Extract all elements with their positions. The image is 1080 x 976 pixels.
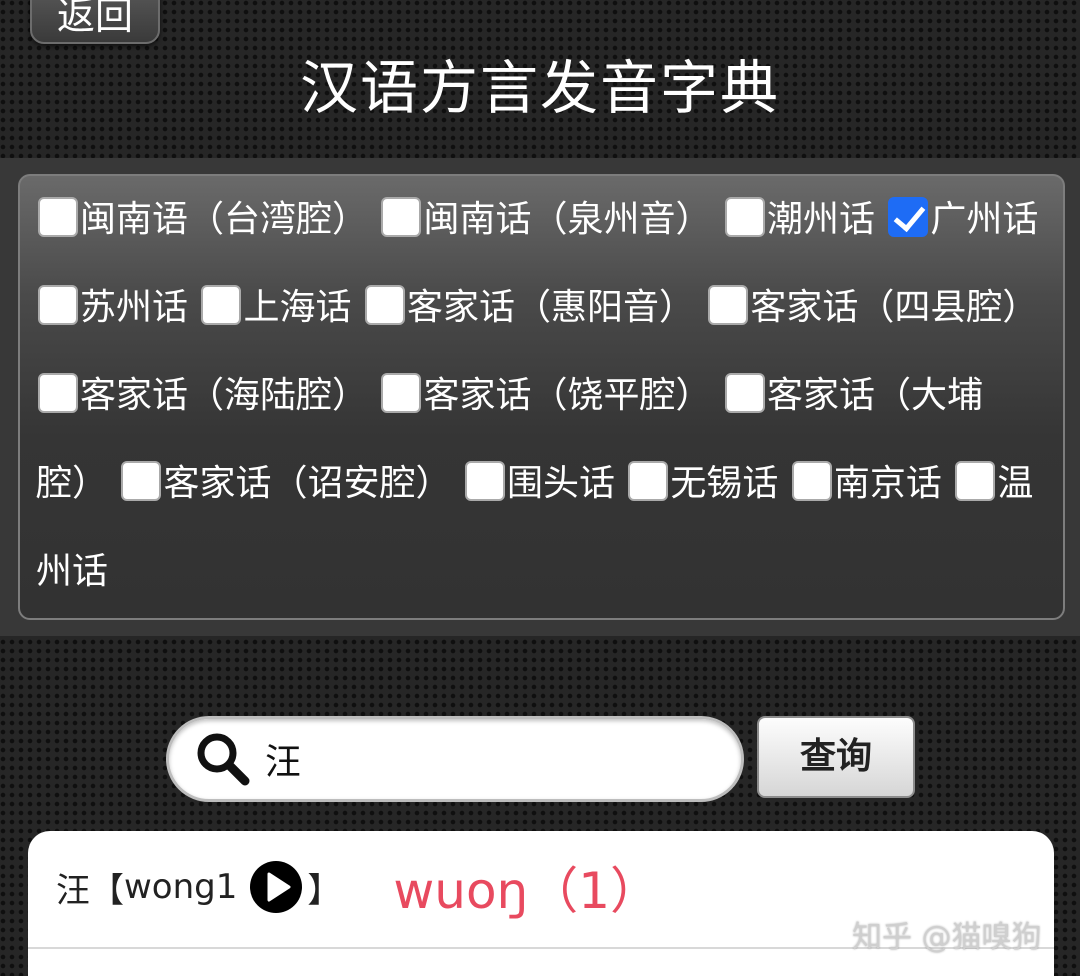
dialect-label: 南京话: [833, 463, 942, 504]
result-close-bracket: 】: [307, 870, 342, 911]
dialect-label: 客家话（海陆腔）: [80, 375, 369, 416]
dialect-list: 闽南语（台湾腔） 闽南话（泉州音） 潮州话 广州话 苏州话 上海话 客家话（惠阳…: [36, 176, 1051, 616]
dialect-option[interactable]: 闽南话（泉州音）: [379, 197, 712, 240]
dialect-checkbox[interactable]: [464, 461, 505, 501]
dialect-option[interactable]: 客家话（惠阳音）: [363, 285, 695, 328]
dialect-label: 客家话（惠阳音）: [406, 287, 695, 328]
dialect-checkbox[interactable]: [381, 373, 422, 413]
play-audio-icon[interactable]: [249, 860, 303, 914]
dialect-label: 客家话（饶平腔）: [423, 375, 712, 416]
dialect-checkbox[interactable]: [38, 197, 78, 237]
search-input[interactable]: [265, 729, 705, 789]
dialect-selection-panel: 闽南语（台湾腔） 闽南话（泉州音） 潮州话 广州话 苏州话 上海话 客家话（惠阳…: [18, 174, 1065, 620]
result-character: 汪: [56, 870, 90, 911]
dialect-checkbox[interactable]: [38, 373, 78, 413]
dialect-label: 广州话: [930, 199, 1039, 240]
dialect-option[interactable]: 客家话（诏安腔）: [119, 461, 452, 504]
dialect-checkbox[interactable]: [628, 461, 669, 501]
search-icon: [197, 733, 250, 786]
dialect-option[interactable]: 广州话: [886, 197, 1039, 240]
dialect-checkbox[interactable]: [955, 461, 996, 501]
dialect-option[interactable]: 无锡话: [626, 461, 779, 504]
dialect-option[interactable]: 上海话: [199, 285, 352, 328]
result-ipa: wuoŋ（1）: [393, 862, 661, 920]
dialect-option[interactable]: 客家话（饶平腔）: [379, 373, 712, 416]
dialect-label: 上海话: [243, 287, 352, 328]
dialect-checkbox[interactable]: [381, 197, 422, 237]
dialect-option[interactable]: 闽南语（台湾腔）: [36, 197, 369, 240]
dialect-checkbox[interactable]: [888, 197, 929, 237]
query-button[interactable]: 查询: [757, 716, 915, 798]
dialect-checkbox[interactable]: [364, 285, 405, 325]
dialect-label: 苏州话: [80, 287, 189, 328]
result-romanization: wong1: [124, 867, 238, 907]
dialect-option[interactable]: 客家话（海陆腔）: [36, 373, 369, 416]
dialect-label: 闽南话（泉州音）: [423, 199, 712, 240]
dialect-option[interactable]: 客家话（四县腔）: [706, 285, 1039, 328]
dialect-label: 潮州话: [766, 199, 875, 240]
dialect-option[interactable]: 围头话: [463, 461, 615, 504]
dialect-checkbox[interactable]: [724, 373, 765, 413]
dialect-label: 无锡话: [670, 463, 779, 504]
dialect-label: 客家话（诏安腔）: [163, 463, 452, 504]
back-button[interactable]: 返回: [30, 0, 160, 44]
dialect-label: 闽南语（台湾腔）: [80, 199, 369, 240]
dialect-label: 围头话: [506, 463, 615, 504]
result-open-bracket: 【: [90, 870, 124, 911]
result-entry: 汪 【 wong1 】 wuoŋ（1）: [56, 851, 660, 923]
dialect-checkbox[interactable]: [791, 461, 832, 501]
watermark: 知乎 @猫嗅狗: [852, 920, 1042, 955]
dialect-checkbox[interactable]: [708, 285, 749, 325]
search-box: [166, 716, 744, 802]
dialect-label: 客家话（四县腔）: [750, 287, 1039, 328]
dialect-option[interactable]: 南京话: [790, 461, 942, 504]
dialect-option[interactable]: 苏州话: [36, 285, 189, 328]
dialect-checkbox[interactable]: [121, 461, 162, 501]
dialect-checkbox[interactable]: [38, 285, 78, 325]
page-title: 汉语方言发音字典: [299, 54, 780, 122]
dialect-checkbox[interactable]: [724, 197, 765, 237]
dialect-option[interactable]: 潮州话: [723, 197, 875, 240]
dialect-checkbox[interactable]: [201, 285, 242, 325]
